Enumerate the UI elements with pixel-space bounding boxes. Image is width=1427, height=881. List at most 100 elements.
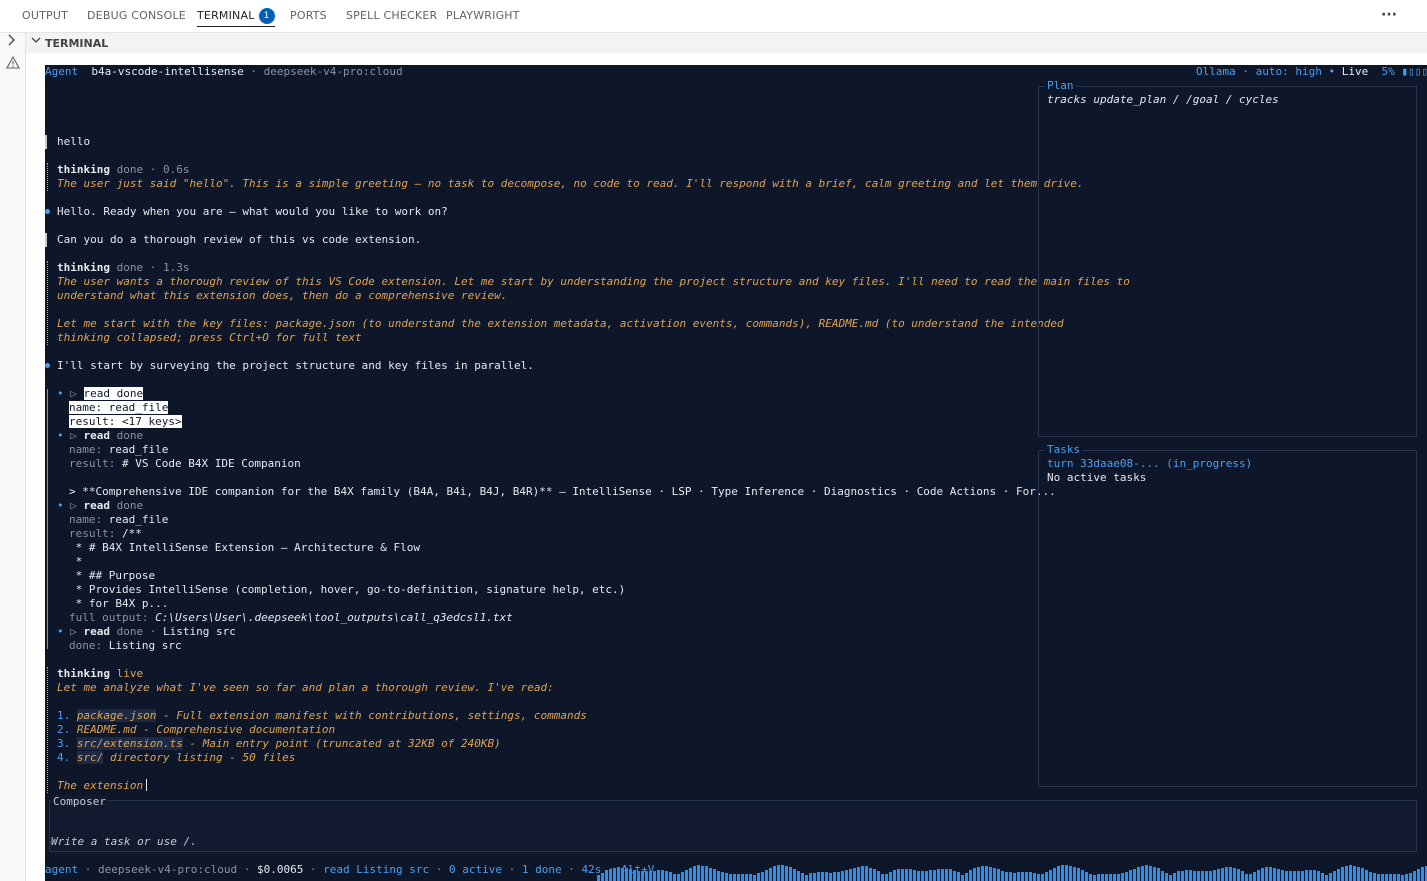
terminal-view[interactable]: Agent b4a-vscode-intellisense · deepseek… bbox=[45, 65, 1427, 881]
waveform-bar bbox=[1369, 871, 1372, 881]
tab-spell-checker[interactable]: SPELL CHECKER bbox=[346, 0, 437, 32]
waveform-bar bbox=[1121, 873, 1124, 881]
more-actions-icon[interactable]: ··· bbox=[1381, 0, 1397, 32]
tasks-title: Tasks bbox=[1045, 443, 1083, 457]
waveform-bar bbox=[1057, 866, 1060, 881]
waveform-bar bbox=[1173, 872, 1176, 881]
waveform-bar bbox=[753, 874, 756, 881]
auto-level: auto: high bbox=[1255, 65, 1322, 78]
tool-call-read[interactable]: • ▷ read done bbox=[57, 499, 143, 513]
waveform-bar bbox=[837, 872, 840, 881]
waveform-bar bbox=[605, 870, 608, 881]
waveform-bar bbox=[853, 867, 856, 881]
waveform-bar bbox=[1385, 874, 1388, 881]
thinking-marker bbox=[47, 261, 48, 345]
waveform-bar bbox=[993, 868, 996, 881]
waveform-bar bbox=[1081, 870, 1084, 881]
waveform-bar bbox=[1141, 865, 1144, 881]
waveform-bar bbox=[721, 872, 724, 881]
waveform-bar bbox=[793, 868, 796, 881]
waveform-bar bbox=[1401, 874, 1404, 881]
terminal-section-header[interactable]: TERMINAL bbox=[26, 33, 1427, 53]
waveform-bar bbox=[1045, 872, 1048, 881]
warning-icon[interactable] bbox=[6, 55, 20, 73]
composer-panel[interactable]: Composer Write a task or use /. bbox=[49, 795, 1417, 852]
waveform-bar bbox=[1013, 872, 1016, 881]
waveform-bar bbox=[961, 874, 964, 881]
tool-group-rail bbox=[47, 389, 48, 649]
tool-output-path: full output: C:\Users\User\.deepseek\too… bbox=[69, 611, 513, 624]
provider-label: Ollama bbox=[1196, 65, 1236, 78]
waveform-bar bbox=[617, 867, 620, 881]
waveform-bar bbox=[1249, 873, 1252, 881]
chevron-down-icon[interactable] bbox=[30, 34, 42, 49]
waveform-bar bbox=[973, 868, 976, 881]
tab-ports[interactable]: PORTS bbox=[290, 0, 327, 32]
waveform-bar bbox=[709, 867, 712, 881]
waveform-bar bbox=[909, 869, 912, 881]
waveform-bar bbox=[977, 866, 980, 881]
waveform-bar bbox=[741, 873, 744, 881]
task-empty: No active tasks bbox=[1047, 471, 1147, 484]
panel-tab-bar: OUTPUT DEBUG CONSOLE TERMINAL 1 PORTS SPE… bbox=[0, 0, 1427, 33]
waveform-bar bbox=[1289, 871, 1292, 881]
waveform-bar bbox=[1165, 872, 1168, 881]
waveform-bar bbox=[985, 866, 988, 881]
waveform-bar bbox=[1349, 865, 1352, 881]
tab-playwright[interactable]: PLAYWRIGHT bbox=[446, 0, 520, 32]
waveform-bar bbox=[1005, 871, 1008, 881]
waveform-bar bbox=[765, 869, 768, 881]
composer-input[interactable]: Write a task or use /. bbox=[51, 835, 197, 849]
waveform-bar bbox=[1017, 872, 1020, 881]
waveform-bar bbox=[1109, 874, 1112, 881]
tool-detail: result: # VS Code B4X IDE Companion bbox=[69, 457, 301, 470]
waveform-bar bbox=[1373, 872, 1376, 881]
waveform-bar bbox=[913, 870, 916, 881]
waveform-bar bbox=[1077, 868, 1080, 881]
tool-call-read[interactable]: • ▷ read done bbox=[57, 429, 143, 443]
waveform-bar bbox=[1321, 872, 1324, 881]
tool-call-read[interactable]: • ▷ read done bbox=[57, 387, 144, 401]
tool-detail: name: read_file bbox=[69, 443, 169, 456]
waveform-bar bbox=[1269, 867, 1272, 881]
waveform-bar bbox=[1261, 868, 1264, 881]
tab-debug-console[interactable]: DEBUG CONSOLE bbox=[87, 0, 186, 32]
waveform-bar bbox=[705, 866, 708, 881]
waveform-bar bbox=[997, 869, 1000, 881]
tab-output[interactable]: OUTPUT bbox=[22, 0, 68, 32]
waveform-bar bbox=[697, 865, 700, 881]
section-title: TERMINAL bbox=[45, 37, 109, 50]
tool-call-read[interactable]: • ▷ read done · Listing src bbox=[57, 625, 236, 639]
waveform-bar bbox=[901, 868, 904, 881]
thinking-header: thinking live bbox=[57, 667, 144, 680]
waveform-bar bbox=[965, 872, 968, 881]
waveform-bar bbox=[777, 865, 780, 881]
waveform-bar bbox=[841, 871, 844, 881]
waveform-bar bbox=[953, 870, 956, 881]
list-item: 3. src/extension.ts - Main entry point (… bbox=[57, 737, 501, 750]
waveform-bar bbox=[1413, 870, 1416, 881]
waveform-bar bbox=[845, 870, 848, 881]
chevron-right-icon[interactable] bbox=[6, 34, 16, 50]
thinking-text: understand what this extension does, the… bbox=[57, 289, 508, 302]
waveform-bar bbox=[669, 871, 672, 881]
waveform-bar bbox=[809, 873, 812, 881]
plan-title: Plan bbox=[1045, 79, 1076, 93]
context-usage: 5% bbox=[1381, 65, 1395, 78]
model-name: deepseek-v4-pro:cloud bbox=[263, 65, 403, 78]
plan-panel: Plan tracks update_plan / /goal / cycles bbox=[1038, 79, 1417, 437]
thinking-header: thinking done · 0.6s bbox=[57, 163, 190, 176]
waveform-bar bbox=[749, 874, 752, 881]
waveform-bar bbox=[1105, 874, 1108, 881]
waveform-bar bbox=[1145, 865, 1148, 881]
tab-terminal[interactable]: TERMINAL 1 bbox=[197, 0, 275, 32]
waveform-bar bbox=[1325, 874, 1328, 881]
activity-waveform bbox=[597, 861, 1427, 881]
waveform-bar bbox=[1205, 871, 1208, 881]
waveform-bar bbox=[1009, 872, 1012, 881]
waveform-bar bbox=[1397, 874, 1400, 881]
waveform-bar bbox=[861, 866, 864, 881]
assistant-message: Hello. Ready when you are — what would y… bbox=[57, 205, 448, 218]
waveform-bar bbox=[745, 874, 748, 881]
waveform-bar bbox=[981, 866, 984, 881]
